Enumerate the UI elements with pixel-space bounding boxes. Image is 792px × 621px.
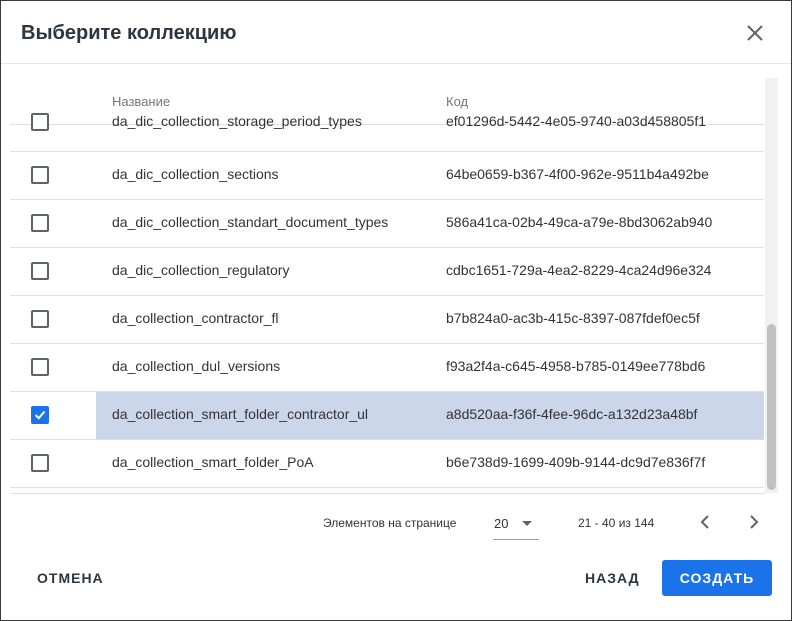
chevron-right-icon <box>750 515 759 529</box>
table-row[interactable]: da_dic_collection_storage_period_types ef… <box>10 113 764 152</box>
dialog-header: Выберите коллекцию <box>1 1 791 64</box>
table-row[interactable]: da_dic_collection_sections 64be0659-b367-… <box>10 152 764 200</box>
collection-name-cell: da_dic_collection_regulatory <box>112 262 290 278</box>
collection-name-cell: da_dic_collection_storage_period_types <box>112 113 362 129</box>
table-row[interactable]: da_collection_dul_versions f93a2f4a-c645-… <box>10 344 764 392</box>
chevron-left-icon <box>700 515 709 529</box>
scrollbar-thumb[interactable] <box>767 324 776 490</box>
back-button[interactable]: НАЗАД <box>585 570 640 586</box>
close-button[interactable] <box>743 21 767 45</box>
collection-code-cell: 64be0659-b367-4f00-962e-9511b4a492be <box>446 166 709 182</box>
collection-name-cell: da_collection_smart_folder_contractor_ul <box>112 406 369 422</box>
create-button[interactable]: СОЗДАТЬ <box>662 560 772 596</box>
items-per-page-label: Элементов на странице <box>323 516 457 530</box>
column-header-name[interactable]: Название <box>112 94 170 109</box>
previous-page-button[interactable] <box>695 512 715 532</box>
collection-code-cell: 586a41ca-02b4-49ca-a79e-8bd3062ab940 <box>446 214 713 230</box>
collection-name-cell: da_dic_collection_standart_document_type… <box>112 214 389 230</box>
row-checkbox[interactable] <box>31 310 49 328</box>
row-checkbox[interactable] <box>31 406 49 424</box>
row-checkbox[interactable] <box>31 113 49 131</box>
page-size-select[interactable]: 20 <box>493 509 539 540</box>
collection-name-cell: da_collection_smart_folder_PoA <box>112 454 314 470</box>
collection-code-cell: b7b824a0-ac3b-415c-8397-087fdef0ec5f <box>446 310 700 326</box>
table-row[interactable]: da_collection_contractor_fl b7b824a0-ac3b… <box>10 296 764 344</box>
close-icon <box>747 25 763 41</box>
row-checkbox[interactable] <box>31 358 49 376</box>
paginator-divider <box>10 493 766 494</box>
page-size-value: 20 <box>494 516 509 531</box>
row-checkbox[interactable] <box>31 262 49 280</box>
table-row[interactable]: da_collection_smart_folder_contractor_ul… <box>10 392 764 440</box>
collection-name-cell: da_collection_dul_versions <box>112 358 281 374</box>
cancel-button[interactable]: ОТМЕНА <box>37 570 104 586</box>
row-checkbox[interactable] <box>31 454 49 472</box>
collection-code-cell: a8d520aa-f36f-4fee-96dc-a132d23a48bf <box>446 406 698 422</box>
table-row[interactable]: da_dic_collection_regulatory cdbc1651-729… <box>10 248 764 296</box>
column-header-code[interactable]: Код <box>446 94 468 109</box>
table-body: da_dic_collection_storage_period_types ef… <box>10 113 764 488</box>
row-checkbox[interactable] <box>31 166 49 184</box>
next-page-button[interactable] <box>744 512 764 532</box>
dialog-title: Выберите коллекцию <box>21 22 237 44</box>
collection-name-cell: da_collection_contractor_fl <box>112 310 279 326</box>
page-range-label: 21 - 40 из 144 <box>578 516 655 530</box>
checkmark-icon <box>34 410 46 420</box>
table-row[interactable]: da_collection_smart_folder_PoA b6e738d9-1… <box>10 440 764 488</box>
collection-table: Название Код da_dic_collection_storage_p… <box>10 78 766 493</box>
dropdown-arrow-icon <box>522 521 532 526</box>
collection-name-cell: da_dic_collection_sections <box>112 166 279 182</box>
collection-code-cell: ef01296d-5442-4e05-9740-a03d458805f1 <box>446 113 707 129</box>
row-checkbox[interactable] <box>31 214 49 232</box>
collection-code-cell: cdbc1651-729a-4ea2-8229-4ca24d96e324 <box>446 262 712 278</box>
collection-code-cell: f93a2f4a-c645-4958-b785-0149ee778bd6 <box>446 358 706 374</box>
table-row[interactable]: da_dic_collection_standart_document_type… <box>10 200 764 248</box>
collection-code-cell: b6e738d9-1699-409b-9144-dc9d7e836f7f <box>446 454 706 470</box>
